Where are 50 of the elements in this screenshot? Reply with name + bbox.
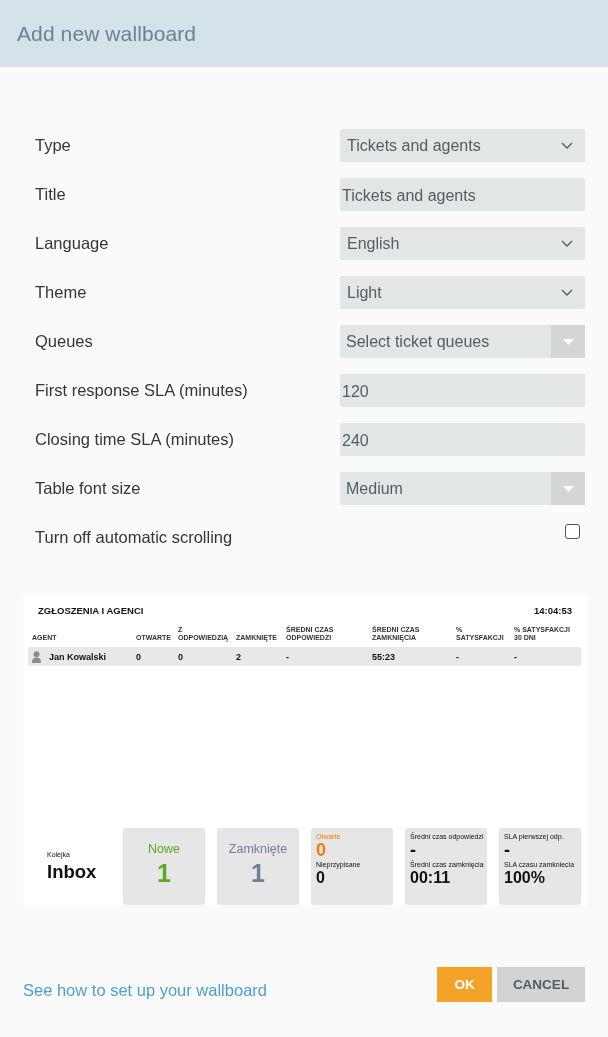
field-label: Closing time SLA (minutes) xyxy=(35,430,234,449)
table-cell-text: 0 xyxy=(178,651,184,662)
field-label: Turn off automatic scrolling xyxy=(35,528,233,547)
stat-value: - xyxy=(504,841,511,859)
stat-label: Nowe xyxy=(148,842,180,856)
clock-time: 14:04:53 xyxy=(533,604,572,616)
field-label: Queues xyxy=(35,332,93,351)
caret-down-icon xyxy=(562,338,574,345)
dialog-title: Add new wallboard xyxy=(17,21,197,46)
dropdown-button[interactable] xyxy=(551,325,585,358)
select-field[interactable]: English xyxy=(340,227,585,260)
field-label: First response SLA (minutes) xyxy=(35,381,248,400)
text-field[interactable]: 240 xyxy=(340,423,585,456)
wallboard-title: ZGŁOSZENIA I AGENCI xyxy=(38,604,144,616)
chevron-down-icon xyxy=(561,289,573,296)
cancel-button[interactable]: CANCEL xyxy=(497,967,585,1002)
chevron-down-icon xyxy=(561,142,573,149)
stat-label: Zamknięte xyxy=(228,842,288,856)
stat-value: 1 xyxy=(251,859,265,888)
select-field[interactable]: Light xyxy=(340,276,585,309)
checkbox[interactable] xyxy=(565,524,580,539)
table-cell-text: - xyxy=(514,651,518,662)
text-field[interactable]: 120 xyxy=(340,374,585,407)
table-cell-text: - xyxy=(456,651,460,662)
stat-value: 0 xyxy=(316,841,327,859)
field-label: Table font size xyxy=(35,479,141,498)
table-cell-text: - xyxy=(286,651,290,662)
text-field[interactable]: Tickets and agents xyxy=(340,178,585,211)
person-icon xyxy=(32,650,41,663)
table-cell-text: 55:23 xyxy=(372,651,397,662)
chevron-down-icon xyxy=(561,240,573,247)
field-label: Type xyxy=(35,136,71,155)
dropdown-field[interactable]: Medium xyxy=(340,472,585,505)
stat-value: 0 xyxy=(316,869,326,887)
stat-value: 1 xyxy=(157,859,171,888)
select-field[interactable]: Tickets and agents xyxy=(340,129,585,162)
agent-name: Jan Kowalski xyxy=(49,651,107,662)
field-label: Theme xyxy=(35,283,87,302)
field-label: Title xyxy=(35,185,66,204)
stat-value: 00:11 xyxy=(410,869,452,887)
field-label: Language xyxy=(35,234,109,253)
queue-name: Inbox xyxy=(47,860,98,883)
table-cell-text: 0 xyxy=(136,651,142,662)
dropdown-field[interactable]: Select ticket queues xyxy=(340,325,585,358)
stat-value: - xyxy=(410,841,417,859)
stat-value: 100% xyxy=(504,869,546,887)
dropdown-button[interactable] xyxy=(551,472,585,505)
help-link[interactable]: See how to set up your wallboard xyxy=(23,981,267,1000)
caret-down-icon xyxy=(562,485,574,492)
table-cell-text: 2 xyxy=(236,651,242,662)
